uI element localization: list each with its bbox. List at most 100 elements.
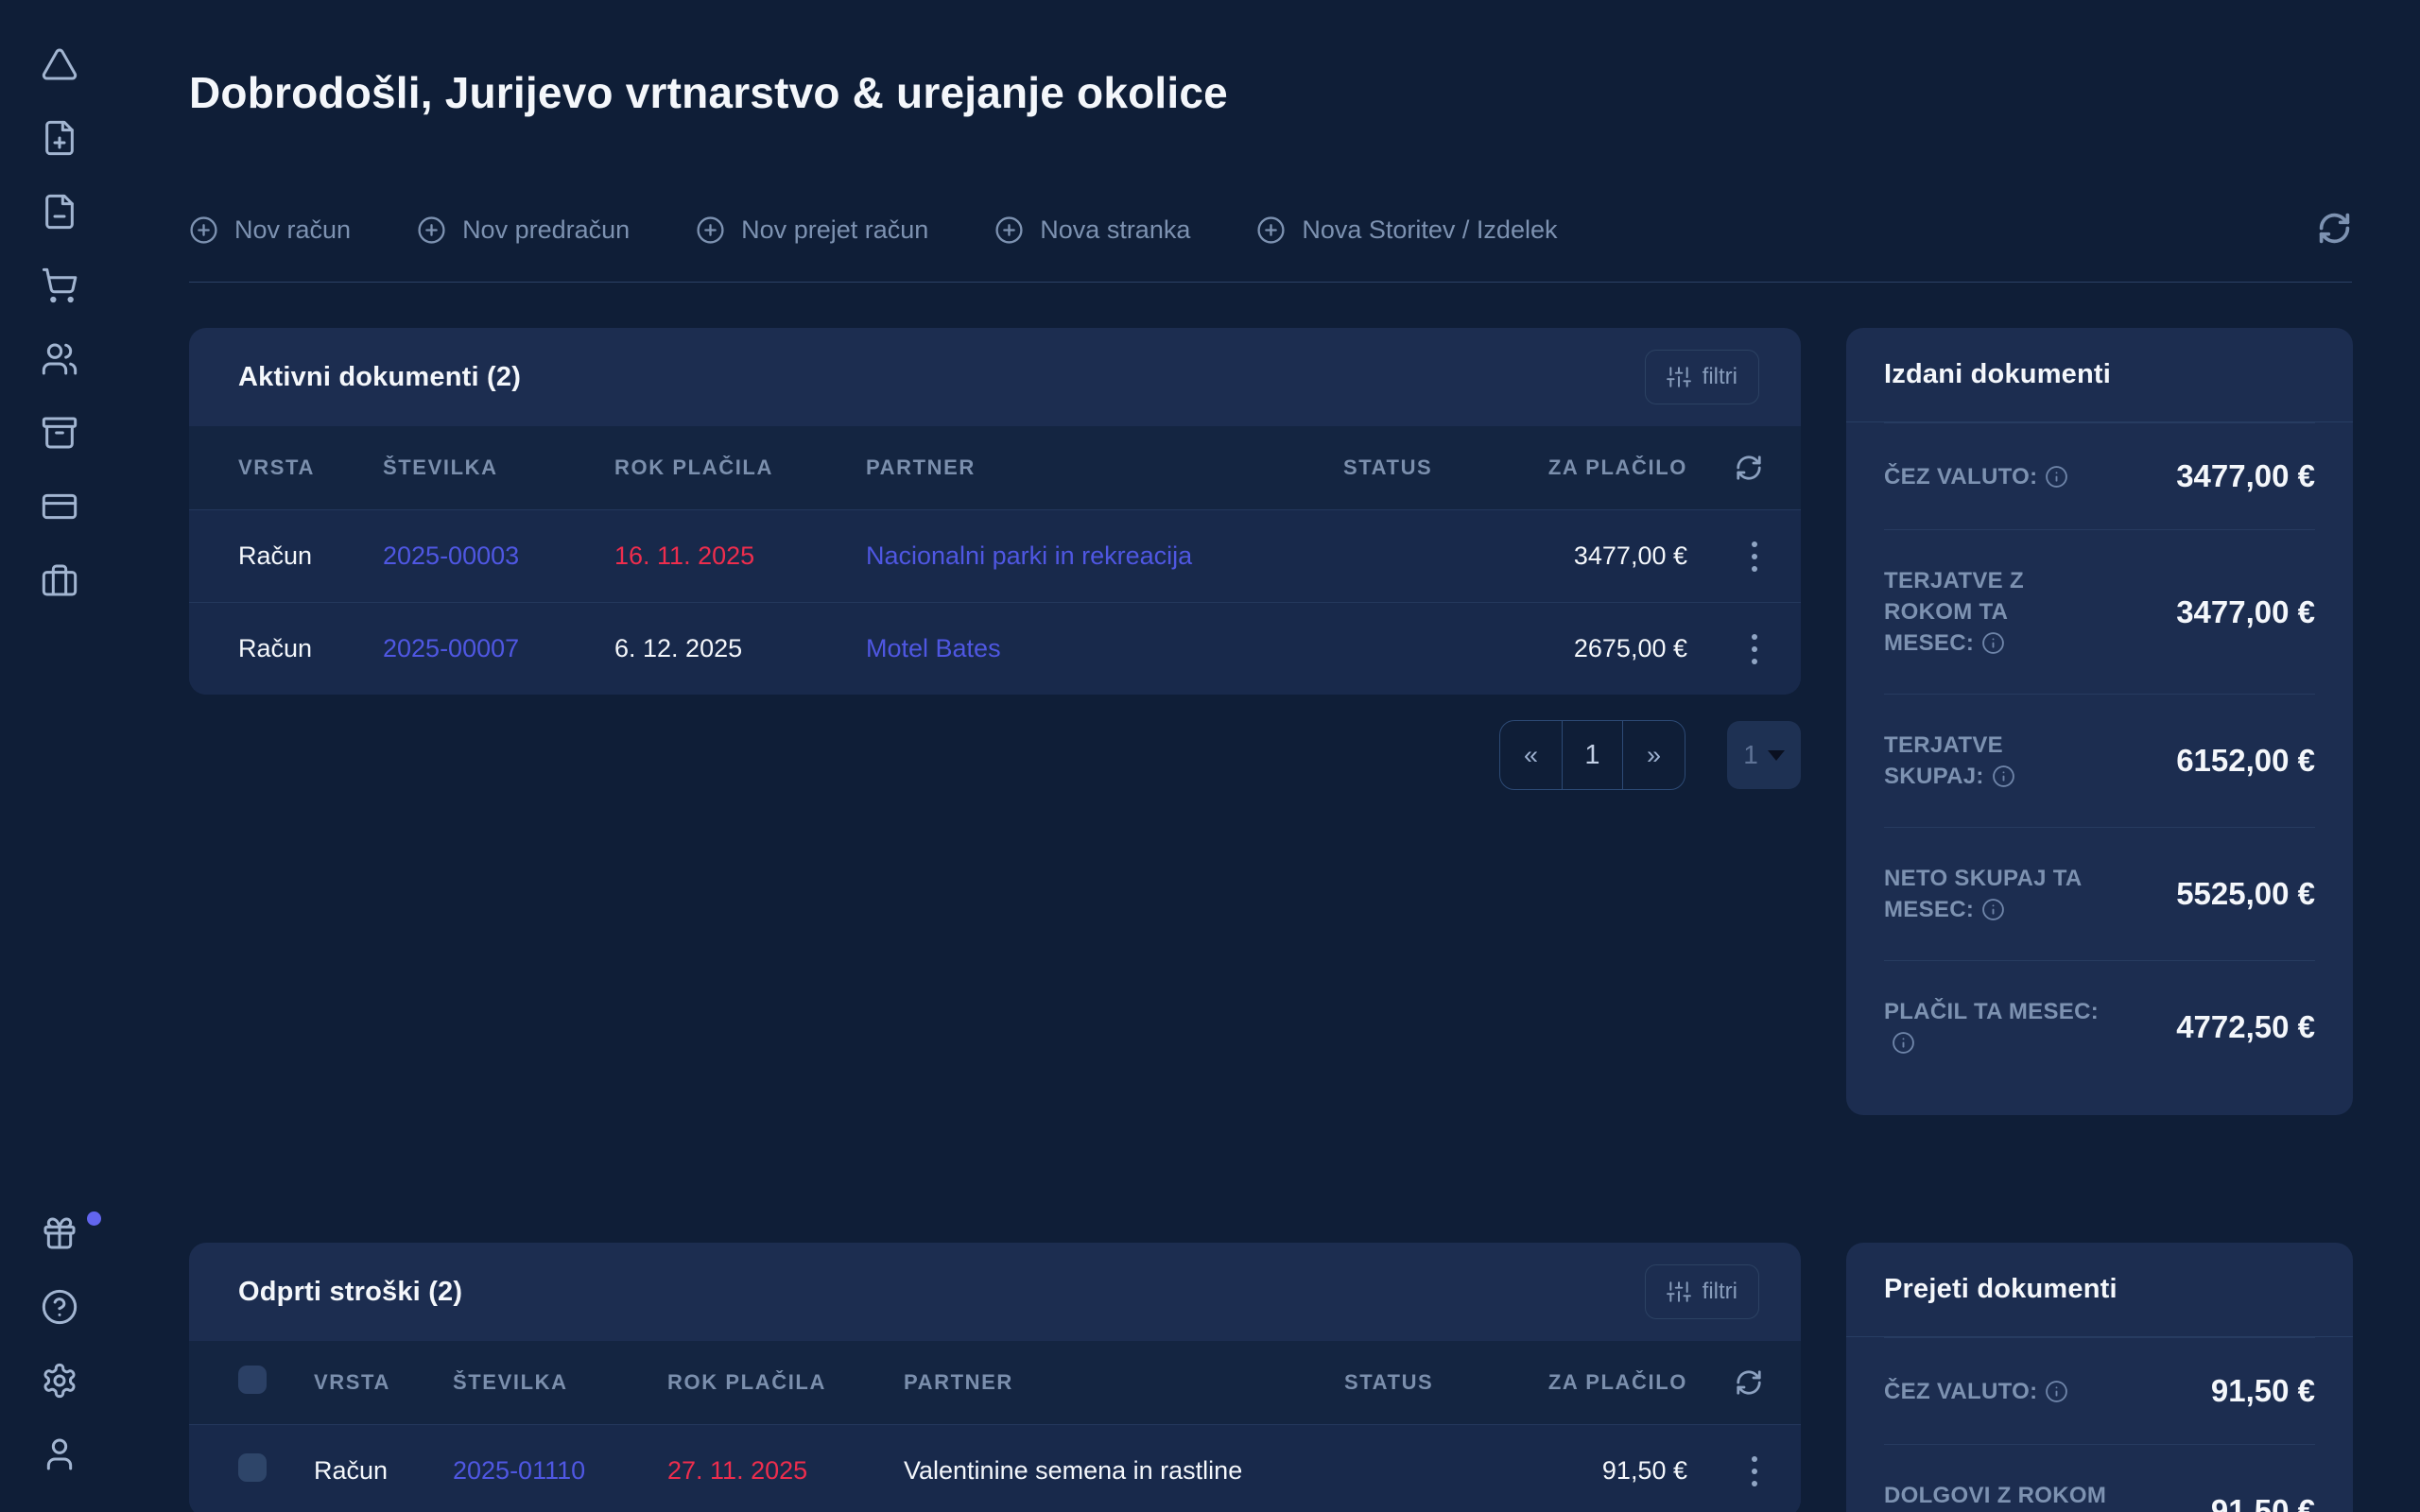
- sidebar-item-products[interactable]: [41, 266, 78, 304]
- row-menu-button[interactable]: [1746, 1451, 1763, 1492]
- prev-page-button[interactable]: «: [1500, 721, 1562, 789]
- action-label: Nov račun: [234, 215, 351, 245]
- summary-label: DOLGOVI Z ROKOM TA MESEC:: [1884, 1483, 2106, 1512]
- sidebar-item-help[interactable]: [41, 1288, 78, 1326]
- refresh-table-button[interactable]: [1735, 1368, 1763, 1397]
- refresh-icon: [1735, 1368, 1763, 1397]
- cell-za-placilo: 3477,00 €: [1523, 541, 1687, 571]
- select-all-checkbox[interactable]: [238, 1366, 267, 1394]
- row-menu-button[interactable]: [1746, 628, 1763, 670]
- sidebar-item-customers[interactable]: [41, 340, 78, 378]
- new-estimate-button[interactable]: Nov predračun: [417, 215, 630, 245]
- new-customer-button[interactable]: Nova stranka: [994, 215, 1190, 245]
- summary-value: 4772,50 €: [2176, 1009, 2315, 1045]
- cell-vrsta: Račun: [238, 541, 383, 571]
- page-title: Dobrodošli, Jurijevo vrtnarstvo & urejan…: [189, 68, 2352, 117]
- table-row[interactable]: Račun 2025-00003 16. 11. 2025 Nacionalni…: [189, 509, 1801, 602]
- filters-label: filtri: [1703, 364, 1737, 390]
- file-minus-icon: [41, 193, 78, 231]
- document-number-link[interactable]: 2025-00007: [383, 634, 614, 663]
- document-number-link[interactable]: 2025-01110: [453, 1456, 667, 1486]
- summary-label: ČEZ VALUTO:: [1884, 464, 2037, 490]
- column-header-za-placilo[interactable]: ZA PLAČILO: [1523, 455, 1687, 480]
- row-checkbox[interactable]: [238, 1453, 267, 1482]
- info-icon[interactable]: [1992, 765, 2015, 788]
- summary-item: NETO SKUPAJ TA MESEC: 5525,00 €: [1884, 827, 2315, 960]
- sidebar-item-new-document[interactable]: [41, 119, 78, 157]
- gift-icon: [41, 1214, 78, 1252]
- filters-button[interactable]: filtri: [1645, 1264, 1759, 1319]
- summary-label: PLAČIL TA MESEC:: [1884, 999, 2099, 1024]
- column-header-status[interactable]: STATUS: [1343, 455, 1523, 480]
- sidebar-item-whats-new[interactable]: [41, 1214, 78, 1252]
- info-icon[interactable]: [1981, 898, 2005, 921]
- column-header-partner[interactable]: PARTNER: [866, 455, 1343, 480]
- plus-circle-icon: [696, 215, 725, 245]
- summary-value: 5525,00 €: [2176, 876, 2315, 912]
- plus-circle-icon: [1256, 215, 1286, 245]
- filters-button[interactable]: filtri: [1645, 350, 1759, 404]
- column-header-rok-placila[interactable]: ROK PLAČILA: [667, 1370, 904, 1395]
- chevron-down-icon: [1768, 750, 1785, 761]
- cell-rok-placila: 27. 11. 2025: [667, 1456, 904, 1486]
- info-icon[interactable]: [2045, 465, 2068, 489]
- row-menu-button[interactable]: [1746, 536, 1763, 577]
- profile-icon: [41, 1435, 78, 1473]
- summary-label: TERJATVE SKUPAJ:: [1884, 732, 2003, 789]
- current-page-button[interactable]: 1: [1562, 721, 1623, 789]
- column-header-za-placilo[interactable]: ZA PLAČILO: [1524, 1370, 1687, 1395]
- received-documents-panel: Prejeti dokumenti ČEZ VALUTO: 91,50 € DO…: [1846, 1243, 2353, 1512]
- partner-link[interactable]: Nacionalni parki in rekreacija: [866, 541, 1343, 571]
- summary-value: 3477,00 €: [2176, 458, 2315, 494]
- info-icon[interactable]: [1981, 631, 2005, 655]
- help-icon: [41, 1288, 78, 1326]
- issued-documents-column: Izdani dokumenti ČEZ VALUTO: 3477,00 € T…: [1846, 328, 2353, 1243]
- sidebar-item-home[interactable]: [41, 45, 78, 83]
- summary-item: TERJATVE Z ROKOM TA MESEC: 3477,00 €: [1884, 529, 2315, 694]
- table-row[interactable]: Račun 2025-00007 6. 12. 2025 Motel Bates…: [189, 602, 1801, 695]
- summary-item: ČEZ VALUTO: 3477,00 €: [1884, 422, 2315, 529]
- sidebar-item-business[interactable]: [41, 561, 78, 599]
- new-received-invoice-button[interactable]: Nov prejet račun: [696, 215, 928, 245]
- sidebar-item-payments[interactable]: [41, 488, 78, 525]
- partner-link[interactable]: Motel Bates: [866, 634, 1343, 663]
- sidebar-item-settings[interactable]: [41, 1362, 78, 1400]
- next-page-button[interactable]: »: [1623, 721, 1685, 789]
- cell-rok-placila: 16. 11. 2025: [614, 541, 866, 571]
- sidebar-item-archive[interactable]: [41, 414, 78, 452]
- page-size-dropdown[interactable]: 1: [1727, 721, 1801, 789]
- sidebar-item-profile[interactable]: [41, 1435, 78, 1473]
- summary-label: ČEZ VALUTO:: [1884, 1379, 2037, 1404]
- pager-control: « 1 »: [1499, 720, 1685, 790]
- sliders-icon: [1667, 1280, 1691, 1304]
- table-row[interactable]: Račun 2025-01110 27. 11. 2025 Valentinin…: [189, 1424, 1801, 1512]
- active-documents-column: Aktivni dokumenti (2) filtri VRSTA ŠTEVI…: [189, 328, 1801, 1243]
- refresh-table-button[interactable]: [1735, 454, 1763, 482]
- summary-item: PLAČIL TA MESEC: 4772,50 €: [1884, 960, 2315, 1093]
- new-service-product-button[interactable]: Nova Storitev / Izdelek: [1256, 215, 1557, 245]
- document-number-link[interactable]: 2025-00003: [383, 541, 614, 571]
- refresh-dashboard-button[interactable]: [2317, 211, 2352, 249]
- info-icon[interactable]: [1892, 1031, 1915, 1055]
- sliders-icon: [1667, 365, 1691, 389]
- column-header-rok-placila[interactable]: ROK PLAČILA: [614, 455, 866, 480]
- new-invoice-button[interactable]: Nov račun: [189, 215, 351, 245]
- summary-value: 91,50 €: [2211, 1493, 2315, 1512]
- summary-value: 3477,00 €: [2176, 594, 2315, 630]
- info-icon[interactable]: [2045, 1380, 2068, 1403]
- action-label: Nova stranka: [1040, 215, 1190, 245]
- column-header-vrsta[interactable]: VRSTA: [238, 455, 383, 480]
- sidebar-item-received-documents[interactable]: [41, 193, 78, 231]
- summary-value: 6152,00 €: [2176, 743, 2315, 779]
- column-header-stevilka[interactable]: ŠTEVILKA: [453, 1370, 667, 1395]
- sidebar: [0, 0, 119, 1512]
- table-header-row: VRSTA ŠTEVILKA ROK PLAČILA PARTNER STATU…: [189, 426, 1801, 509]
- column-header-stevilka[interactable]: ŠTEVILKA: [383, 455, 614, 480]
- file-plus-icon: [41, 119, 78, 157]
- panel-title: Odprti stroški (2): [238, 1277, 462, 1308]
- action-label: Nova Storitev / Izdelek: [1302, 215, 1557, 245]
- active-documents-panel: Aktivni dokumenti (2) filtri VRSTA ŠTEVI…: [189, 328, 1801, 695]
- column-header-status[interactable]: STATUS: [1344, 1370, 1524, 1395]
- column-header-partner[interactable]: PARTNER: [904, 1370, 1344, 1395]
- column-header-vrsta[interactable]: VRSTA: [314, 1370, 453, 1395]
